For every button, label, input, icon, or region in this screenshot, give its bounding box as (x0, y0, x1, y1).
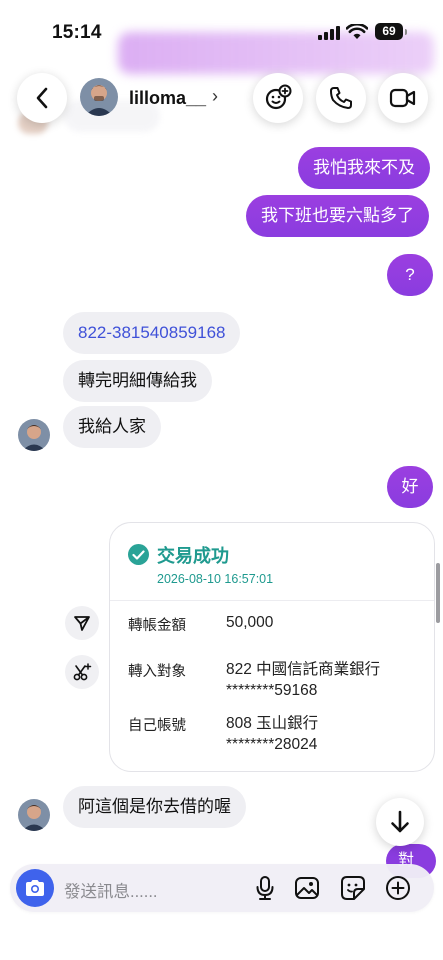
message-composer: 發送訊息...... (10, 864, 434, 912)
share-button[interactable] (65, 606, 99, 640)
effects-button[interactable] (253, 73, 303, 123)
wifi-icon (345, 22, 369, 45)
status-time: 15:14 (52, 22, 102, 43)
message-outgoing[interactable]: 我下班也要六點多了 (246, 195, 429, 237)
message-incoming-link[interactable]: 822-381540859168 (63, 312, 241, 354)
back-button[interactable] (17, 73, 67, 123)
recipient-account: ********59168 (226, 682, 318, 699)
amount-label: 轉帳金額 (128, 618, 186, 634)
chat-header: lilloma__ › (0, 66, 443, 132)
microphone-button[interactable] (251, 874, 279, 902)
recipient-bank: 822 中國信託商業銀行 (226, 661, 381, 678)
microphone-icon (256, 876, 274, 900)
avatar[interactable] (80, 78, 118, 116)
transaction-status: 交易成功 (157, 546, 229, 566)
own-bank: 808 玉山銀行 (226, 715, 319, 732)
own-account-label: 自己帳號 (128, 718, 186, 734)
message-outgoing[interactable]: ? (387, 254, 433, 296)
camera-button[interactable] (16, 869, 54, 907)
check-circle-icon (128, 544, 149, 565)
message-outgoing[interactable]: 好 (387, 466, 433, 508)
effects-icon (265, 84, 292, 110)
signal-icon (318, 26, 340, 45)
arrow-down-icon (391, 810, 409, 833)
status-bar: 15:14 69 (0, 0, 443, 74)
chevron-right-icon[interactable]: › (212, 86, 218, 107)
call-button[interactable] (316, 73, 366, 123)
own-account: ********28024 (226, 736, 318, 753)
transfer-receipt-card[interactable]: 交易成功 2026-08-10 16:57:01 轉帳金額 50,000 轉入對… (109, 522, 435, 772)
avatar[interactable] (18, 419, 50, 451)
gallery-button[interactable] (293, 874, 321, 902)
divider (110, 600, 434, 601)
send-icon (74, 616, 90, 631)
video-icon (389, 88, 416, 108)
transaction-timestamp: 2026-08-10 16:57:01 (157, 572, 274, 586)
amount-value: 50,000 (226, 614, 274, 631)
camera-icon (26, 880, 44, 896)
video-call-button[interactable] (378, 73, 428, 123)
message-incoming[interactable]: 阿這個是你去借的喔 (63, 786, 246, 828)
sticker-button[interactable] (339, 874, 367, 902)
message-incoming[interactable]: 我給人家 (63, 406, 161, 448)
image-icon (295, 877, 319, 899)
more-button[interactable] (384, 874, 412, 902)
scrollbar[interactable] (436, 563, 440, 623)
username[interactable]: lilloma__ (129, 88, 206, 109)
phone-icon (330, 87, 352, 109)
battery-indicator: 69 (375, 23, 407, 40)
message-incoming[interactable]: 轉完明細傳給我 (63, 360, 212, 402)
ai-edit-button[interactable] (65, 655, 99, 689)
message-input[interactable]: 發送訊息...... (64, 878, 158, 902)
scroll-to-bottom-button[interactable] (376, 798, 424, 846)
sticker-icon (341, 876, 365, 900)
plus-circle-icon (386, 876, 410, 900)
message-outgoing[interactable]: 我怕我來不及 (298, 147, 430, 189)
avatar[interactable] (18, 799, 50, 831)
scissors-sparkle-icon (73, 663, 92, 681)
chevron-left-icon (36, 87, 48, 109)
recipient-label: 轉入對象 (128, 664, 186, 680)
